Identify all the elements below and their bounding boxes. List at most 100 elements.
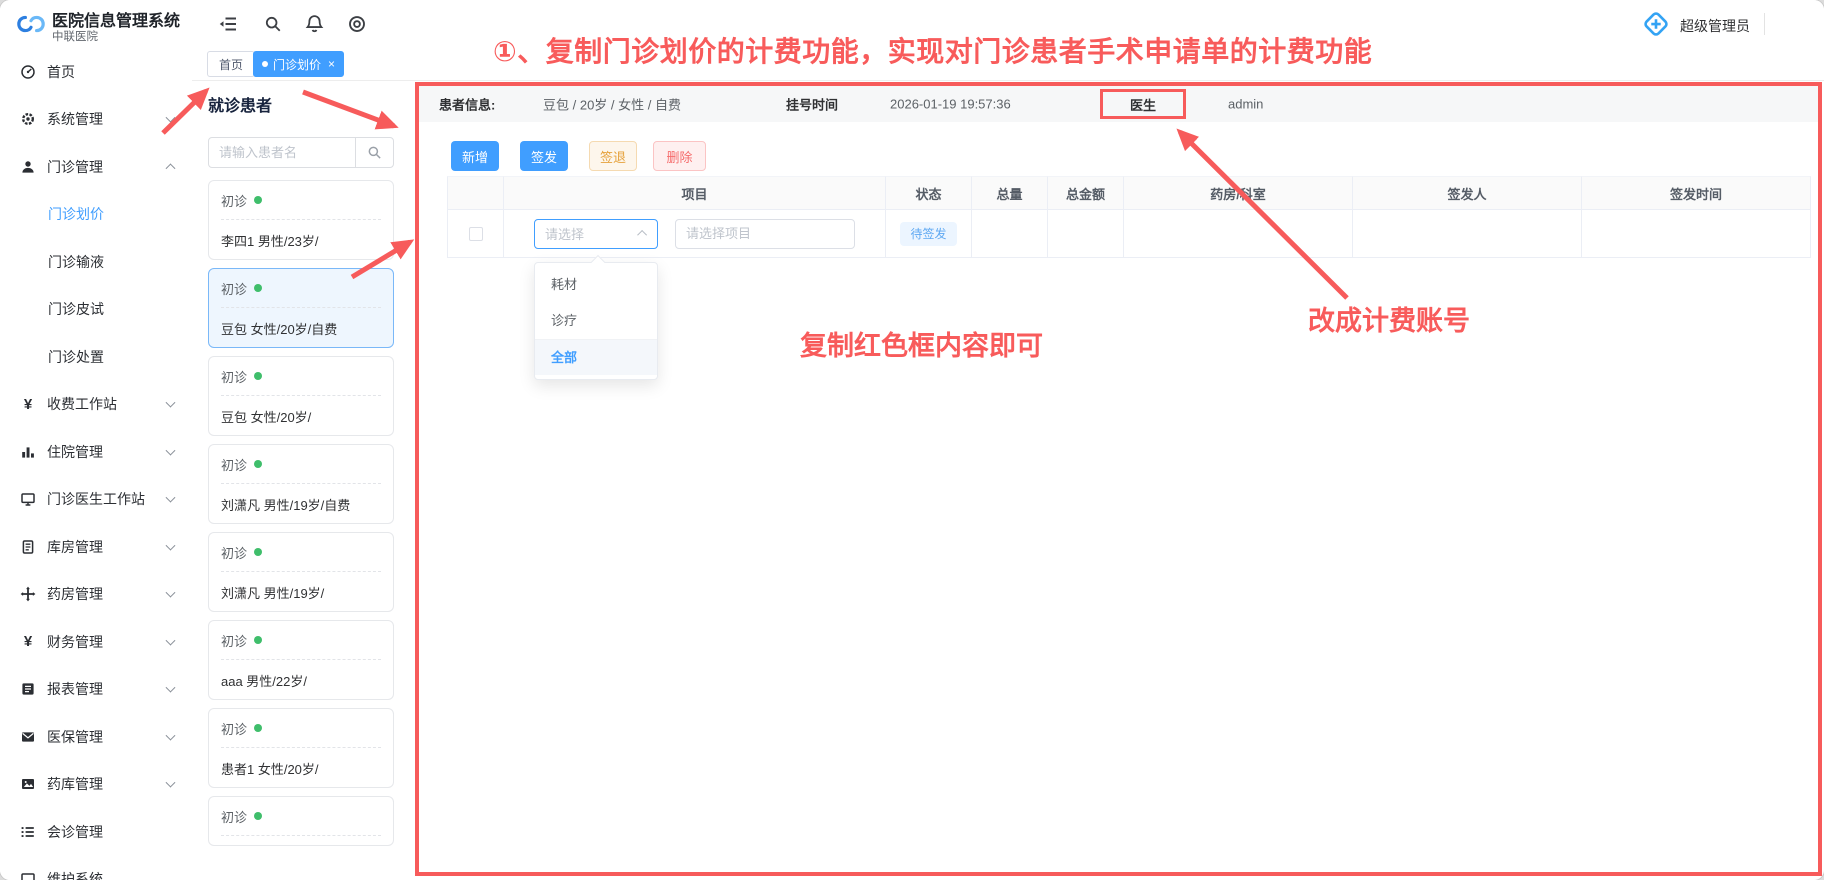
patient-card-clipped[interactable]: 初诊: [208, 796, 394, 846]
tab-outpatient-pricing[interactable]: 门诊划价 ×: [253, 51, 344, 77]
sidebar-item-label: 收费工作站: [47, 394, 117, 414]
column-header-item: 项目: [504, 176, 886, 210]
table-header-row: 项目 状态 总量 总金额 药房/科室 签发人 签发时间: [447, 176, 1811, 210]
sidebar-item-system[interactable]: 系统管理: [0, 96, 192, 144]
monitor-icon: [20, 491, 36, 507]
patient-search: [208, 137, 394, 168]
status-dot: [254, 460, 262, 468]
document-icon: [20, 539, 36, 555]
sidebar-item-label: 维护系统: [47, 869, 103, 880]
sidebar-item-drug-store[interactable]: 药库管理: [0, 761, 192, 809]
checkout-button[interactable]: 签退: [589, 141, 637, 171]
column-header-issuer: 签发人: [1353, 176, 1582, 210]
list-icon: [20, 824, 36, 840]
chevron-down-icon: [166, 540, 176, 550]
doctor-value: admin: [1228, 97, 1263, 112]
tab-home[interactable]: 首页: [207, 51, 255, 77]
collapse-menu-icon[interactable]: [218, 14, 238, 34]
visit-type-badge: 初诊: [221, 367, 247, 386]
chevron-down-icon: [166, 635, 176, 645]
sidebar-item-insurance[interactable]: 医保管理: [0, 713, 192, 761]
gear-icon: [20, 111, 36, 127]
visit-type-badge: 初诊: [221, 807, 247, 826]
sidebar-item-finance[interactable]: ¥ 财务管理: [0, 618, 192, 666]
add-button[interactable]: 新增: [451, 141, 499, 171]
fullscreen-target-icon[interactable]: [347, 14, 367, 34]
sidebar-item-reports[interactable]: 报表管理: [0, 666, 192, 714]
patient-search-button[interactable]: [355, 138, 393, 167]
tab-close-icon[interactable]: ×: [328, 57, 335, 71]
sidebar-nav: 首页 系统管理 门诊管理 门诊划价 门诊输液 门诊皮试 门诊处置 ¥ 收费工作站: [0, 48, 192, 880]
patient-info-value: 豆包 / 20岁 / 女性 / 自费: [543, 95, 681, 114]
row-checkbox[interactable]: [469, 227, 483, 241]
sidebar-item-label: 门诊皮试: [48, 299, 104, 319]
status-dot: [254, 196, 262, 204]
search-icon[interactable]: [264, 15, 282, 33]
sidebar-item-label: 门诊医生工作站: [47, 489, 145, 509]
dropdown-option-treatment[interactable]: 诊疗: [535, 303, 657, 339]
status-dot: [254, 724, 262, 732]
patient-info: 刘潇凡 男性/19岁/自费: [209, 484, 393, 524]
patient-card[interactable]: 初诊 患者1 女性/20岁/: [208, 708, 394, 788]
visit-type-badge: 初诊: [221, 455, 247, 474]
chevron-down-icon: [166, 730, 176, 740]
sidebar-item-label: 会诊管理: [47, 822, 103, 842]
sidebar-item-pharmacy[interactable]: 药房管理: [0, 571, 192, 619]
yen-icon: ¥: [20, 633, 36, 650]
patient-info: aaa 男性/22岁/: [209, 660, 393, 700]
item-search-field: [675, 219, 855, 249]
status-dot: [254, 284, 262, 292]
sidebar-item-consultation[interactable]: 会诊管理: [0, 808, 192, 856]
sidebar-item-outpatient-treatment[interactable]: 门诊处置: [0, 333, 192, 381]
user-role[interactable]: 超级管理员: [1680, 16, 1750, 36]
column-header-issue-time: 签发时间: [1582, 176, 1811, 210]
sidebar-item-charging-station[interactable]: ¥ 收费工作站: [0, 381, 192, 429]
sidebar-item-warehouse[interactable]: 库房管理: [0, 523, 192, 571]
select-all-column: [447, 176, 504, 210]
dropdown-option-consumables[interactable]: 耗材: [535, 267, 657, 303]
cell-pharmacy-dept: [1124, 210, 1353, 258]
dropdown-option-all-selected[interactable]: 全部: [535, 339, 657, 375]
panel-title: 就诊患者: [208, 92, 272, 116]
issue-button[interactable]: 签发: [520, 141, 568, 171]
column-header-pharmacy-dept: 药房/科室: [1124, 176, 1353, 210]
sidebar-item-home[interactable]: 首页: [0, 48, 192, 96]
sidebar-item-label: 门诊划价: [48, 204, 104, 224]
app-window: 医院信息管理系统 中联医院 超级管理员 首页 门诊划价 × 首页 系统管理: [0, 0, 1824, 880]
sidebar-item-outpatient-skin-test[interactable]: 门诊皮试: [0, 286, 192, 334]
chevron-down-icon: [166, 778, 176, 788]
patient-card-selected[interactable]: 初诊 豆包 女性/20岁/自费: [208, 268, 394, 348]
patient-search-input[interactable]: [209, 138, 355, 167]
bell-icon[interactable]: [305, 14, 324, 33]
visit-type-badge: 初诊: [221, 719, 247, 738]
patient-card[interactable]: 初诊 豆包 女性/20岁/: [208, 356, 394, 436]
patient-card[interactable]: 初诊 aaa 男性/22岁/: [208, 620, 394, 700]
annotation-copy-note: 复制红色框内容即可: [800, 324, 1043, 363]
patient-card[interactable]: 初诊 刘潇凡 男性/19岁/: [208, 532, 394, 612]
delete-button[interactable]: 删除: [653, 141, 706, 171]
cell-issuer: [1353, 210, 1582, 258]
sidebar-item-doctor-station[interactable]: 门诊医生工作站: [0, 476, 192, 524]
cell-total-qty: [972, 210, 1048, 258]
sidebar-item-inpatient[interactable]: 住院管理: [0, 428, 192, 476]
sidebar-item-maintenance[interactable]: 维护系统: [0, 856, 192, 880]
sidebar-item-label: 报表管理: [47, 679, 103, 699]
visit-type-badge: 初诊: [221, 279, 247, 298]
sidebar-item-outpatient-pricing[interactable]: 门诊划价: [0, 191, 192, 239]
sidebar-item-outpatient[interactable]: 门诊管理: [0, 143, 192, 191]
sidebar-item-label: 药房管理: [47, 584, 103, 604]
item-type-select[interactable]: 请选择: [534, 219, 658, 249]
report-icon: [20, 681, 36, 697]
medical-cross-icon: [1642, 10, 1670, 38]
item-search-input[interactable]: [676, 220, 854, 248]
image-icon: [20, 776, 36, 792]
sidebar-item-outpatient-infusion[interactable]: 门诊输液: [0, 238, 192, 286]
tab-home-label: 首页: [219, 56, 243, 73]
table-row: 请选择 待签发: [447, 210, 1811, 258]
header-divider: [1764, 13, 1765, 35]
sidebar-item-label: 门诊处置: [48, 347, 104, 367]
patient-card[interactable]: 初诊 刘潇凡 男性/19岁/自费: [208, 444, 394, 524]
sidebar-item-label: 住院管理: [47, 442, 103, 462]
patient-card[interactable]: 初诊 李四1 男性/23岁/: [208, 180, 394, 260]
column-header-total-qty: 总量: [972, 176, 1048, 210]
